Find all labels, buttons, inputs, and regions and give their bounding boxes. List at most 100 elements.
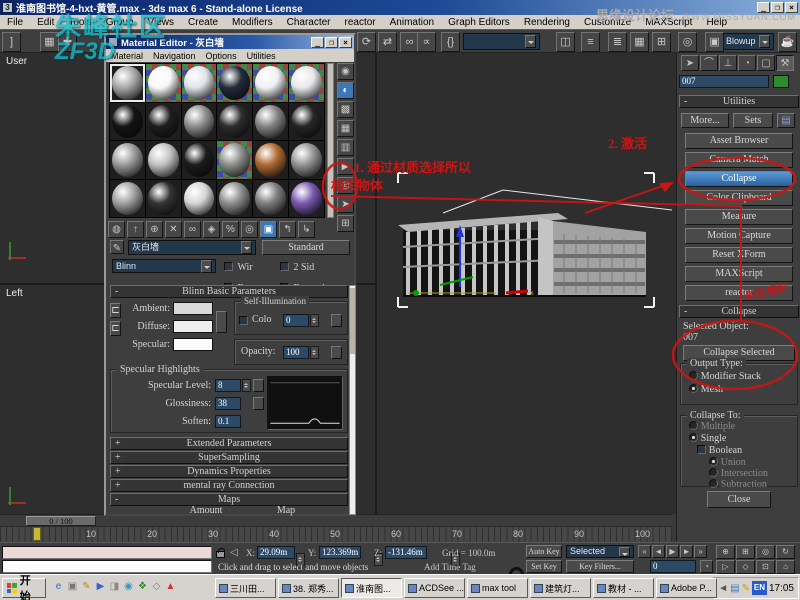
material-sample-slot[interactable]: [253, 64, 288, 102]
dropdown-arrow-icon[interactable]: [619, 547, 630, 557]
close-button[interactable]: ×: [339, 37, 352, 48]
menu-item-create[interactable]: Create: [181, 17, 225, 28]
menu-item-group[interactable]: Group: [99, 17, 141, 28]
material-sample-slot[interactable]: [110, 103, 145, 141]
viewport-nav-button[interactable]: ▷: [716, 560, 735, 574]
bracket-icon[interactable]: ]: [2, 32, 21, 52]
tab-motion-icon[interactable]: ◔: [738, 55, 756, 71]
material-sample-slot[interactable]: [253, 180, 288, 218]
current-frame-field[interactable]: 0: [650, 560, 696, 573]
bind-spacewarp-icon[interactable]: {}: [441, 32, 460, 52]
sample-tiling-icon[interactable]: ▦: [337, 120, 354, 137]
show-map-in-viewport-icon[interactable]: ◎: [241, 221, 258, 238]
specular-level-value[interactable]: 8: [215, 379, 241, 392]
material-editor-icon[interactable]: ◎: [678, 32, 697, 52]
quick-launch-icon[interactable]: ◉: [122, 579, 135, 595]
building-model[interactable]: x: [378, 135, 674, 320]
video-color-check-icon[interactable]: ▥: [337, 139, 354, 156]
menu-item-help[interactable]: Help: [699, 17, 734, 28]
minimize-button[interactable]: _: [311, 37, 324, 48]
material-sample-slot[interactable]: [217, 141, 252, 179]
me-menu-navigation[interactable]: Navigation: [148, 51, 201, 61]
material-sample-slot[interactable]: [289, 64, 324, 102]
get-material-icon[interactable]: ◍: [108, 221, 125, 238]
sample-scrollbar[interactable]: [327, 63, 334, 218]
menu-item-character[interactable]: Character: [280, 17, 338, 28]
layers-icon[interactable]: ≣: [608, 32, 627, 52]
material-type-button[interactable]: Standard: [262, 240, 350, 255]
utility-button-color-clipboard[interactable]: Color Clipboard: [685, 190, 793, 206]
material-sample-slot[interactable]: [146, 64, 181, 102]
rotate-icon[interactable]: ⟳: [357, 32, 376, 52]
radio-modifier-stack[interactable]: Modifier Stack: [689, 371, 761, 382]
soften-value[interactable]: 0.1: [215, 415, 241, 428]
self-illum-color-checkbox[interactable]: [239, 316, 248, 325]
playback-button[interactable]: ►: [680, 545, 693, 558]
material-sample-slot[interactable]: [217, 103, 252, 141]
make-unique-icon[interactable]: ∞: [184, 221, 201, 238]
backlight-icon[interactable]: ◐: [337, 82, 354, 99]
close-button[interactable]: ×: [785, 2, 798, 13]
track-bar-ruler[interactable]: 102030405060708090100: [0, 526, 672, 542]
radio-intersection[interactable]: Intersection: [709, 468, 768, 479]
render-type-dropdown[interactable]: Blowup: [722, 33, 774, 50]
maxscript-mini-listener-pink[interactable]: [2, 546, 212, 559]
taskbar-task[interactable]: max tool: [467, 578, 528, 598]
quick-launch-icon[interactable]: ◨: [108, 579, 121, 595]
make-preview-icon[interactable]: ▶: [337, 158, 354, 175]
material-editor-title-bar[interactable]: Material Editor - 灰白墙 _ ❐ ×: [106, 35, 354, 49]
quick-launch-icon[interactable]: ◇: [150, 579, 163, 595]
quick-launch-icon[interactable]: ✎: [80, 579, 93, 595]
material-sample-slot[interactable]: [182, 180, 217, 218]
material-sample-slot[interactable]: [289, 141, 324, 179]
viewport-nav-button[interactable]: ↻: [776, 545, 795, 559]
ambient-diffuse-lock-icon[interactable]: ⊏: [110, 303, 121, 318]
material-sample-slot[interactable]: [289, 180, 324, 218]
tray-icon[interactable]: ✎: [742, 583, 750, 594]
taskbar-task[interactable]: 教材 - ...: [593, 578, 654, 598]
material-sample-slot[interactable]: [289, 103, 324, 141]
menu-item-maxscript[interactable]: MAXScript: [638, 17, 699, 28]
playback-button[interactable]: «: [638, 545, 651, 558]
reset-map-icon[interactable]: ✕: [165, 221, 182, 238]
shader-dropdown[interactable]: Blinn: [112, 259, 216, 273]
me-menu-material[interactable]: Material: [106, 51, 148, 61]
specular-level-map-button[interactable]: [253, 379, 264, 392]
y-coord-field[interactable]: 123.369m: [319, 546, 361, 559]
collapse-rollout-header[interactable]: -Collapse: [679, 305, 799, 318]
menu-item-animation[interactable]: Animation: [383, 17, 441, 28]
maximize-button[interactable]: ❐: [325, 37, 338, 48]
viewport-nav-button[interactable]: ⊕: [716, 545, 735, 559]
z-coord-field[interactable]: -131.46m: [385, 546, 427, 559]
dropdown-arrow-icon[interactable]: [201, 260, 212, 273]
maximize-button[interactable]: ❐: [771, 2, 784, 13]
rollout-extended-parameters[interactable]: +Extended Parameters: [110, 437, 348, 450]
glossiness-map-button[interactable]: [253, 397, 264, 410]
utility-button-camera-match[interactable]: Camera Match: [685, 152, 793, 168]
taskbar-task[interactable]: ACDSee ...: [404, 578, 465, 598]
unlink-icon[interactable]: ∝: [417, 32, 436, 52]
assign-material-to-selection-icon[interactable]: ⊕: [146, 221, 163, 238]
me-menu-options[interactable]: Options: [201, 51, 242, 61]
add-time-tag[interactable]: Add Time Tag: [424, 562, 476, 572]
material-options-icon[interactable]: ◎: [337, 177, 354, 194]
tab-display-icon[interactable]: ▢: [757, 55, 775, 71]
utility-button-asset-browser[interactable]: Asset Browser: [685, 133, 793, 149]
shader-flag-0[interactable]: Wir: [224, 257, 280, 275]
spinner[interactable]: [242, 379, 251, 392]
material-sample-slot[interactable]: [253, 141, 288, 179]
menu-item-modifiers[interactable]: Modifiers: [225, 17, 280, 28]
object-name-field[interactable]: 007: [679, 75, 769, 88]
material-sample-slot[interactable]: [253, 103, 288, 141]
utilities-rollout-header[interactable]: -Utilities: [679, 95, 799, 108]
radio-single[interactable]: Single: [689, 433, 726, 444]
material-sample-slot[interactable]: [217, 64, 252, 102]
selection-filter-dropdown[interactable]: [463, 33, 540, 50]
utility-button-measure[interactable]: Measure: [685, 209, 793, 225]
object-color-swatch[interactable]: [773, 75, 789, 88]
menu-item-file[interactable]: File: [0, 17, 30, 28]
auto-key-button[interactable]: Auto Key: [526, 545, 562, 558]
material-sample-slot[interactable]: [182, 103, 217, 141]
material-sample-slot[interactable]: [146, 141, 181, 179]
more-button[interactable]: More...: [681, 113, 729, 128]
